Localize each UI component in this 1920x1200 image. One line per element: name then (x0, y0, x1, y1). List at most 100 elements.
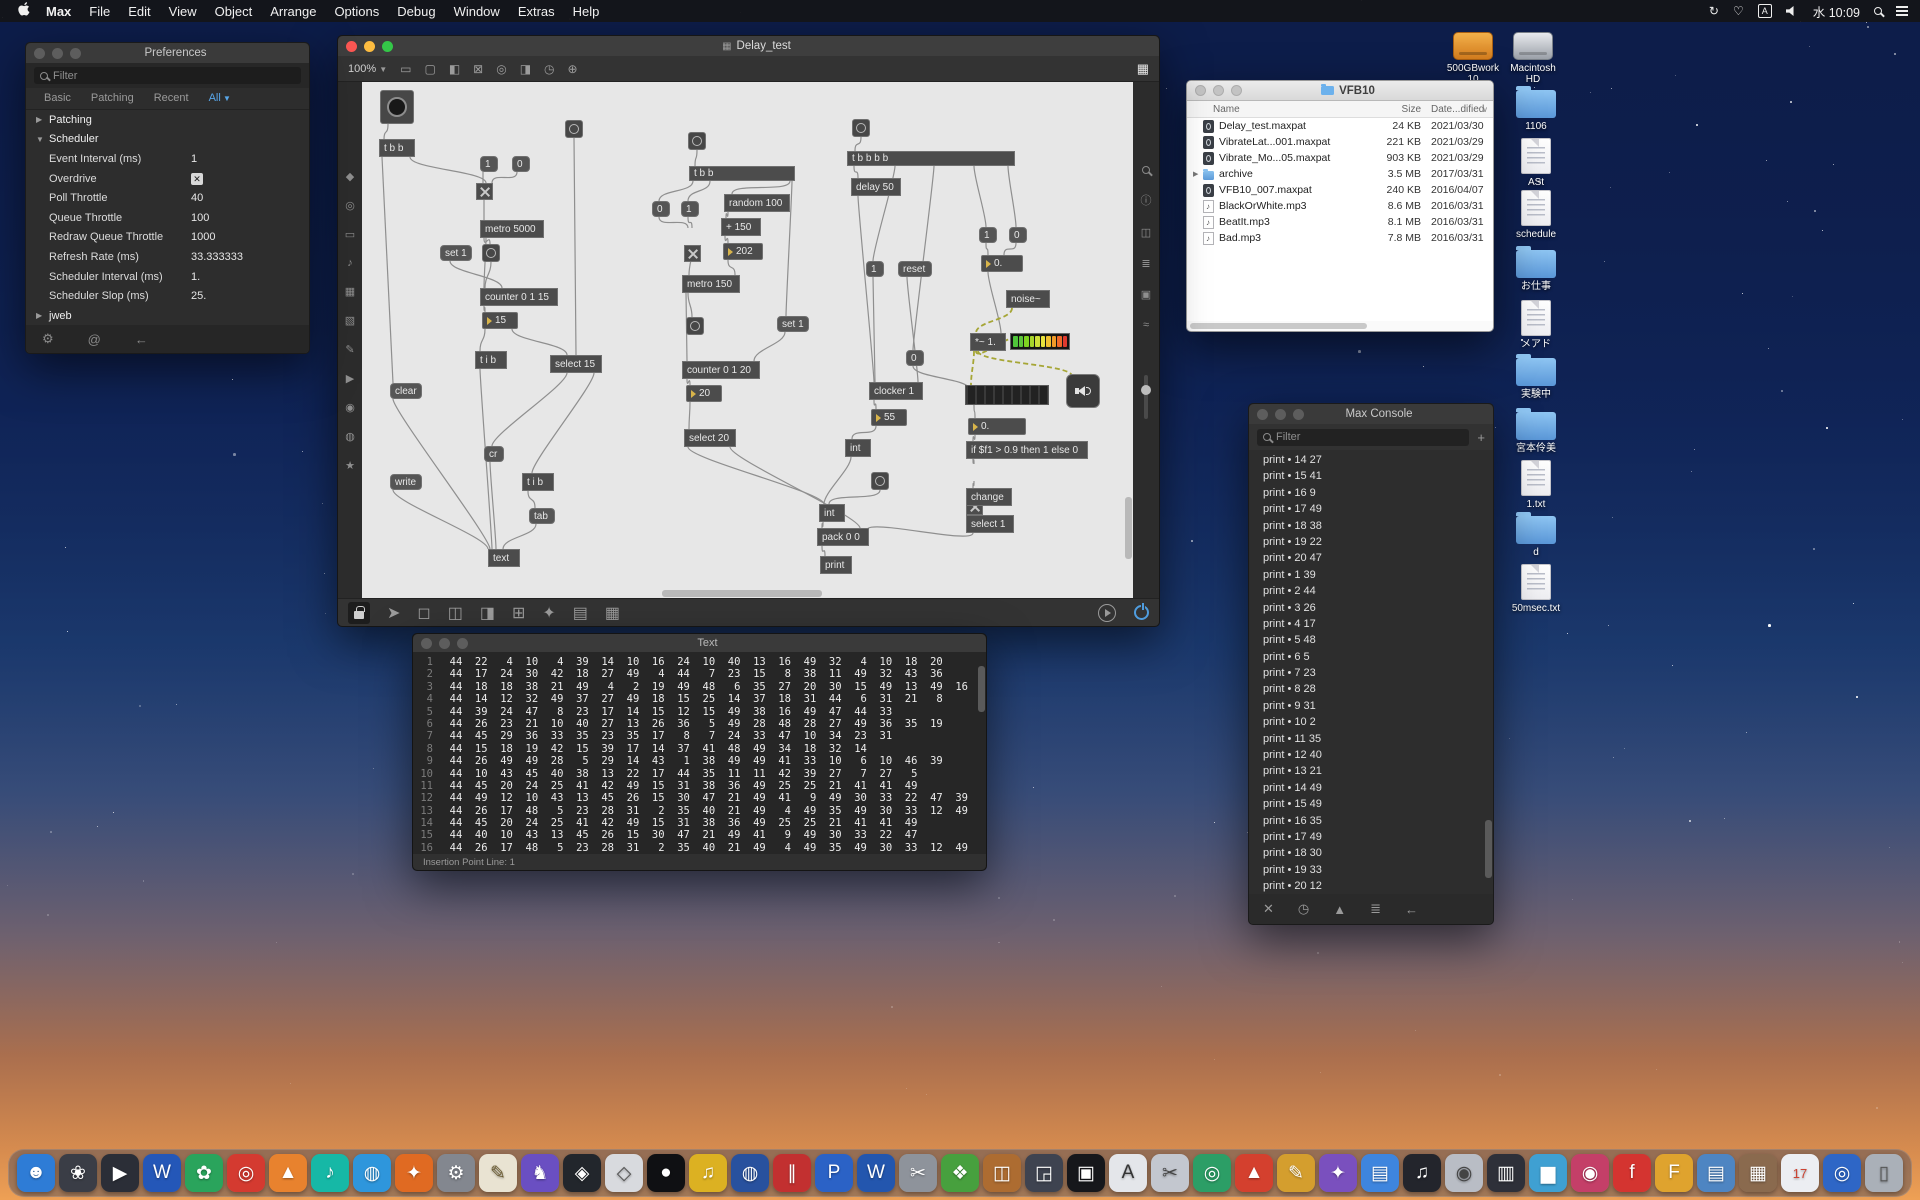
dock-app-waveform[interactable]: ▆ (1529, 1154, 1567, 1192)
desktop-icon-x[interactable]: お仕事 (1505, 246, 1567, 292)
patch-0[interactable]: 0 (906, 350, 924, 366)
close-button[interactable] (1257, 409, 1268, 420)
desktop-icon-x[interactable]: 宮本伶美 (1505, 408, 1567, 454)
audio-power-button[interactable] (1134, 605, 1149, 620)
zoom-button[interactable] (1231, 85, 1242, 96)
dock-app-wand[interactable]: ✦ (1319, 1154, 1357, 1192)
audio-toggle-icon[interactable]: ◨ (480, 603, 495, 623)
dock-app-browser[interactable]: ◍ (353, 1154, 391, 1192)
errors-icon[interactable]: ▲ (1333, 902, 1346, 917)
menu-extras[interactable]: Extras (509, 4, 564, 19)
patch-1[interactable]: *~ 1. (970, 333, 1006, 351)
tab-all[interactable]: All ▼ (201, 91, 239, 105)
scroll-thumb[interactable] (978, 666, 985, 712)
patch-select-15[interactable]: select 15 (550, 355, 602, 373)
favorites-icon[interactable]: ♡ (1733, 4, 1744, 18)
patch-if-f1-0-9-then-1-else-0[interactable]: if $f1 > 0.9 then 1 else 0 (966, 441, 1088, 459)
menu-object[interactable]: Object (206, 4, 262, 19)
spotlight-icon[interactable] (1874, 7, 1882, 15)
console-line[interactable]: print • 14 49 (1249, 780, 1493, 796)
finder-row-delay-test-maxpat[interactable]: Delay_test.maxpat24 KB2021/03/30 (1187, 118, 1493, 134)
patch-cr[interactable]: cr (484, 446, 504, 462)
new-slider-icon[interactable]: ◨ (520, 62, 531, 76)
dock-app-puzzle[interactable]: ❖ (941, 1154, 979, 1192)
dock-app-github[interactable]: ◈ (563, 1154, 601, 1192)
pref-value[interactable]: 33.333333 (191, 251, 243, 263)
finder-row-vibrate-mo-05-maxpat[interactable]: Vibrate_Mo...05.maxpat903 KB2021/03/29 (1187, 150, 1493, 166)
favorites-icon[interactable]: ★ (345, 459, 355, 472)
menu-options[interactable]: Options (325, 4, 388, 19)
finder-titlebar[interactable]: VFB10 (1187, 81, 1493, 101)
add-object-icon[interactable]: ⊕ (568, 62, 578, 76)
console-vscrollbar[interactable] (1485, 450, 1492, 894)
pref-value[interactable]: 100 (191, 212, 209, 224)
patch-1[interactable]: 1 (979, 227, 997, 243)
desktop-icon-1106[interactable]: 1106 (1505, 86, 1567, 132)
patch-tgl[interactable] (476, 183, 493, 200)
patch-0[interactable]: 0 (512, 156, 530, 172)
patch-select-20[interactable]: select 20 (684, 429, 736, 447)
canvas-hscrollbar[interactable] (362, 590, 1133, 597)
patch-delay-50[interactable]: delay 50 (851, 178, 901, 196)
dock-app-prism[interactable]: ▲ (1235, 1154, 1273, 1192)
pref-value[interactable]: 1 (191, 153, 197, 165)
console-line[interactable]: print • 12 40 (1249, 747, 1493, 763)
select-arrow-icon[interactable]: ➤ (387, 603, 400, 623)
zoom-level-control[interactable]: 100% ▼ (348, 63, 387, 75)
dock-app-calendar[interactable]: 17 (1781, 1154, 1819, 1192)
media-icon[interactable]: ▧ (345, 314, 355, 327)
volume-icon[interactable] (1786, 6, 1799, 17)
dock-app-crate[interactable]: ◫ (983, 1154, 1021, 1192)
patch-clocker-1[interactable]: clocker 1 (869, 382, 923, 400)
preferences-filter-input[interactable]: Filter (34, 67, 301, 84)
finder-row-blackorwhite-mp3[interactable]: BlackOrWhite.mp38.6 MB2016/03/31 (1187, 198, 1493, 214)
pref-value[interactable]: 1. (191, 271, 200, 283)
dock-app-settings[interactable]: ⚙ (437, 1154, 475, 1192)
list-view-icon[interactable]: ▤ (573, 603, 588, 623)
settings-gear-icon[interactable]: ⚙ (42, 331, 54, 347)
midi-icon[interactable]: ♪ (347, 257, 353, 269)
new-object-icon[interactable]: ▭ (400, 62, 411, 76)
patch-t-i-b[interactable]: t i b (475, 351, 507, 369)
patch-counter-0-1-15[interactable]: counter 0 1 15 (480, 288, 558, 306)
patch-0[interactable]: 0. (981, 255, 1023, 272)
zoom-button[interactable] (1293, 409, 1304, 420)
lessons-icon[interactable]: ≣ (1141, 257, 1150, 270)
patch-t-b-b[interactable]: t b b (689, 166, 795, 181)
minimize-button[interactable] (364, 41, 375, 52)
patch-tab[interactable]: tab (529, 508, 555, 524)
patch-btn[interactable] (688, 132, 706, 150)
desktop-icon-d[interactable]: d (1505, 512, 1567, 558)
console-line[interactable]: print • 16 35 (1249, 813, 1493, 829)
new-comment-icon[interactable]: ◧ (449, 62, 460, 76)
patch-btn[interactable] (686, 317, 704, 335)
dock-app-notes[interactable]: ✎ (479, 1154, 517, 1192)
dock-app-firefox[interactable]: ✦ (395, 1154, 433, 1192)
desktop-icon-ast[interactable]: ASt (1505, 138, 1567, 188)
console-line[interactable]: print • 15 49 (1249, 796, 1493, 812)
dock-app-word[interactable]: W (857, 1154, 895, 1192)
comment-tool-icon[interactable]: ◻ (417, 603, 430, 623)
dock-app-docs[interactable]: ▤ (1697, 1154, 1735, 1192)
patch-int[interactable]: int (845, 439, 871, 457)
reference-icon[interactable]: ◫ (1141, 226, 1151, 239)
dock-app-photos[interactable]: ❀ (59, 1154, 97, 1192)
object-palette-icon[interactable]: ▦ (1137, 61, 1149, 77)
finder-row-vfb10-007-maxpat[interactable]: VFB10_007.maxpat240 KB2016/04/07 (1187, 182, 1493, 198)
console-titlebar[interactable]: Max Console (1249, 404, 1493, 424)
console-line[interactable]: print • 7 23 (1249, 665, 1493, 681)
patch-pack-0-0[interactable]: pack 0 0 (817, 528, 869, 546)
lock-well[interactable] (348, 602, 370, 624)
patch-int[interactable]: int (819, 504, 845, 522)
dock-app-folder-app[interactable]: ▤ (1361, 1154, 1399, 1192)
patch-btn[interactable] (482, 244, 500, 262)
minimize-button[interactable] (1275, 409, 1286, 420)
zoom-button[interactable] (382, 41, 393, 52)
dock-app-snip[interactable]: ✂ (1151, 1154, 1189, 1192)
dock-app-f-red[interactable]: f (1613, 1154, 1651, 1192)
grid-toggle-icon[interactable]: ⊞ (512, 603, 525, 623)
inspector-icon[interactable]: ⓘ (1141, 192, 1152, 208)
console-line[interactable]: print • 17 49 (1249, 829, 1493, 845)
console-line[interactable]: print • 2 44 (1249, 583, 1493, 599)
pref-section-jweb[interactable]: ▶jweb (26, 306, 309, 325)
